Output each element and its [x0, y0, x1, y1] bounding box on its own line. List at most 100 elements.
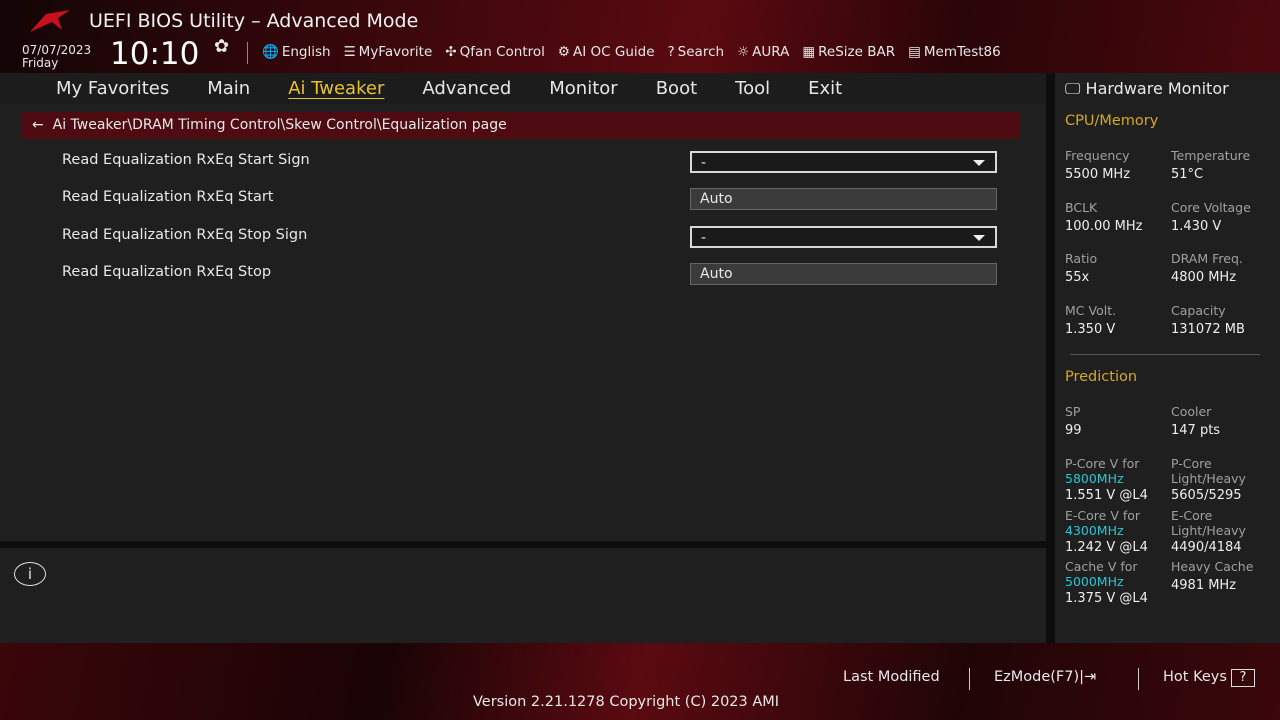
- version-text: Version 2.21.1278 Copyright (C) 2023 AMI: [473, 694, 780, 710]
- setting-value: -: [701, 230, 707, 246]
- tab-ai-tweaker[interactable]: Ai Tweaker: [288, 73, 384, 104]
- tool-label: MyFavorite: [358, 44, 433, 60]
- tool-label: MemTest86: [923, 44, 1001, 60]
- pred-voltage: 1.551 V @L4: [1065, 488, 1148, 503]
- pred-label: Cache V for: [1065, 559, 1138, 574]
- setting-value: Auto: [700, 191, 733, 207]
- divider: [969, 668, 970, 690]
- tool-qfan-control[interactable]: ✣ Qfan Control: [445, 44, 545, 60]
- pred-label-2b: Light/Heavy: [1171, 522, 1246, 538]
- cooler-label: Cooler: [1171, 404, 1212, 419]
- gear-icon[interactable]: ✿: [214, 36, 229, 57]
- pred-voltage: 1.375 V @L4: [1065, 591, 1148, 606]
- pred-freq: 5000MHz: [1065, 574, 1124, 589]
- pred-value-2: 4981 MHz: [1171, 578, 1237, 593]
- ezmode-button[interactable]: EzMode(F7)|⇥: [994, 669, 1096, 685]
- hw-label: BCLK: [1065, 199, 1098, 215]
- setting-value: Auto: [700, 266, 733, 282]
- pred-label-2: Heavy Cache: [1171, 559, 1254, 574]
- pred-freq: 5800MHz: [1065, 471, 1124, 486]
- date: 07/07/2023 Friday: [22, 44, 91, 70]
- pred-label-2: P-Core: [1171, 456, 1212, 471]
- tool-label: ReSize BAR: [818, 44, 896, 60]
- hw-label: Frequency: [1065, 148, 1130, 163]
- main-tabs: My Favorites Main Ai Tweaker Advanced Monito…: [0, 73, 1046, 104]
- tab-main[interactable]: Main: [207, 73, 250, 104]
- toolbar: 🌐 English ☰ MyFavorite ✣ Qfan Control ⚙ AI OC G…: [262, 44, 1001, 60]
- setting-label: Read Equalization RxEq Start: [62, 189, 274, 205]
- monitor-icon: 🖵: [1065, 79, 1081, 98]
- divider: [1070, 354, 1260, 355]
- tab-advanced[interactable]: Advanced: [422, 73, 511, 104]
- hw-label: Temperature: [1171, 148, 1251, 163]
- tool-myfavorite[interactable]: ☰ MyFavorite: [344, 44, 433, 60]
- setting-dropdown[interactable]: -: [690, 151, 997, 173]
- sp-value: 99: [1065, 423, 1082, 438]
- setting-label: Read Equalization RxEq Stop: [62, 264, 272, 280]
- tool-memtest86[interactable]: ▤ MemTest86: [908, 44, 1001, 60]
- hw-value: 1.430 V: [1171, 218, 1222, 234]
- sp-label: SP: [1065, 404, 1081, 419]
- pred-label: P-Core V for: [1065, 456, 1140, 471]
- pred-voltage: 1.242 V @L4: [1065, 539, 1148, 555]
- tab-my-favorites[interactable]: My Favorites: [56, 73, 169, 104]
- divider: [247, 42, 248, 64]
- hw-value: 51°C: [1171, 167, 1204, 182]
- tool-label: English: [281, 44, 331, 60]
- pred-label-2: E-Core: [1171, 507, 1213, 523]
- tool-label: AI OC Guide: [573, 44, 655, 60]
- hw-value: 5500 MHz: [1065, 167, 1131, 182]
- hw-value: 1.350 V: [1065, 321, 1116, 337]
- chevron-down-icon: [973, 235, 985, 241]
- pred-label: E-Core V for: [1065, 507, 1141, 523]
- hw-label: MC Volt.: [1065, 302, 1117, 318]
- day-text: Friday: [22, 56, 59, 70]
- settings-panel: ← Ai Tweaker\DRAM Timing Control\Skew Co…: [0, 104, 1046, 541]
- setting-input[interactable]: Auto: [690, 188, 997, 210]
- setting-dropdown[interactable]: -: [690, 226, 997, 248]
- pred-freq: 4300MHz: [1065, 522, 1124, 538]
- tab-monitor[interactable]: Monitor: [549, 73, 617, 104]
- search-icon: ?: [667, 44, 675, 60]
- hardware-monitor: 🖵 Hardware Monitor CPU/Memory Frequency 5…: [1055, 73, 1280, 643]
- tab-tool[interactable]: Tool: [735, 73, 770, 104]
- hw-title: 🖵 Hardware Monitor: [1065, 79, 1229, 99]
- tab-boot[interactable]: Boot: [656, 73, 697, 104]
- breadcrumb[interactable]: ← Ai Tweaker\DRAM Timing Control\Skew Co…: [22, 112, 1020, 139]
- hw-value: 131072 MB: [1171, 321, 1245, 337]
- info-icon: i: [14, 562, 46, 586]
- tool-label: Qfan Control: [459, 44, 545, 60]
- hw-label: DRAM Freq.: [1171, 251, 1243, 266]
- app-title: UEFI BIOS Utility – Advanced Mode: [89, 10, 419, 32]
- back-arrow-icon[interactable]: ←: [32, 117, 53, 133]
- cooler-value: 147 pts: [1171, 423, 1221, 438]
- setting-label: Read Equalization RxEq Start Sign: [62, 152, 310, 168]
- pred-value-2: 5605/5295: [1171, 488, 1242, 503]
- favorite-icon: ☰: [343, 44, 356, 60]
- help-panel: i: [0, 548, 1046, 643]
- hotkeys-button[interactable]: Hot Keys?: [1163, 669, 1255, 687]
- hw-label: Capacity: [1171, 302, 1226, 318]
- hw-value: 4800 MHz: [1171, 270, 1237, 285]
- fan-icon: ✣: [445, 44, 457, 60]
- resize-bar-icon: ▦: [802, 44, 816, 60]
- tool-resize-bar[interactable]: ▦ ReSize BAR: [802, 44, 895, 60]
- setting-label: Read Equalization RxEq Stop Sign: [62, 227, 308, 243]
- setting-input[interactable]: Auto: [690, 263, 997, 285]
- pred-label-2b: Light/Heavy: [1171, 471, 1246, 486]
- last-modified-button[interactable]: Last Modified: [843, 669, 940, 685]
- breadcrumb-text: Ai Tweaker\DRAM Timing Control\Skew Cont…: [52, 117, 507, 133]
- footer: Last Modified EzMode(F7)|⇥ Hot Keys? Ver…: [0, 643, 1280, 720]
- pred-value-2: 4490/4184: [1171, 539, 1242, 555]
- hw-title-text: Hardware Monitor: [1085, 79, 1229, 98]
- exit-arrow-icon: ⇥: [1084, 669, 1097, 685]
- tool-search[interactable]: ? Search: [668, 44, 725, 60]
- aura-icon: ☼: [737, 44, 750, 60]
- tool-english[interactable]: 🌐 English: [262, 44, 331, 60]
- tool-aura[interactable]: ☼ AURA: [737, 44, 789, 60]
- tool-ai-oc-guide[interactable]: ⚙ AI OC Guide: [558, 44, 655, 60]
- hw-label: Core Voltage: [1171, 199, 1251, 215]
- ezmode-label: EzMode(F7)|: [994, 669, 1085, 685]
- tab-exit[interactable]: Exit: [808, 73, 842, 104]
- cpu-memory-title: CPU/Memory: [1065, 113, 1159, 129]
